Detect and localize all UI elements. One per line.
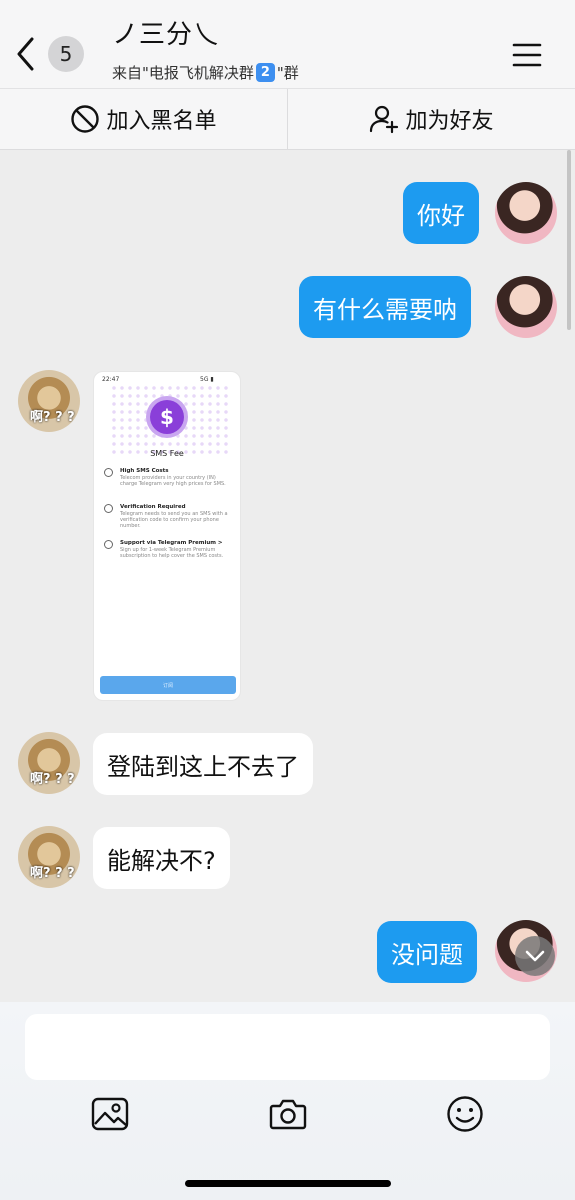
action-bar: 加入黑名单 加为好友: [0, 88, 575, 150]
subtitle-prefix: 来自"电报飞机解决群: [112, 64, 254, 82]
add-friend-button[interactable]: 加为好友: [288, 89, 575, 149]
dollar-coin-icon: $: [150, 400, 184, 434]
self-avatar[interactable]: [495, 182, 557, 244]
add-user-icon: [370, 105, 399, 134]
unread-count-badge: 5: [48, 36, 84, 72]
message-bubble-outgoing[interactable]: 有什么需要呐: [299, 276, 471, 338]
message-input[interactable]: [25, 1014, 550, 1080]
group-number-badge: 2: [255, 63, 275, 82]
message-bubble-outgoing[interactable]: 没问题: [377, 921, 477, 983]
chat-subtitle: 来自"电报飞机解决群 2 "群: [112, 62, 299, 83]
message-bubble-outgoing[interactable]: 你好: [403, 182, 479, 244]
self-avatar[interactable]: [495, 276, 557, 338]
chat-title: ノ三分乀: [112, 20, 221, 50]
back-button[interactable]: 5: [16, 32, 96, 76]
contact-avatar[interactable]: 啊? ? ?: [18, 732, 80, 794]
contact-avatar[interactable]: 啊? ? ?: [18, 826, 80, 888]
subtitle-suffix: "群: [276, 64, 299, 82]
contact-avatar[interactable]: 啊? ? ?: [18, 370, 80, 432]
block-button[interactable]: 加入黑名单: [0, 89, 288, 149]
image-message[interactable]: 22:47 5G ▮ $ SMS Fee High SMS Costs Telec…: [93, 371, 241, 701]
chevron-down-icon: [525, 950, 545, 962]
hamburger-menu-icon[interactable]: [512, 40, 542, 70]
block-icon: [71, 105, 100, 133]
scroll-down-button[interactable]: [515, 936, 555, 976]
image-icon[interactable]: [90, 1094, 130, 1134]
chat-header: 5 ノ三分乀 来自"电报飞机解决群 2 "群: [0, 0, 575, 88]
smile-icon[interactable]: [445, 1094, 485, 1134]
message-bubble-incoming[interactable]: 能解决不?: [93, 827, 230, 889]
message-bubble-incoming[interactable]: 登陆到这上不去了: [93, 733, 313, 795]
chevron-left-icon: [16, 32, 46, 76]
block-label: 加入黑名单: [106, 109, 217, 134]
camera-icon[interactable]: [268, 1094, 308, 1134]
image-title: SMS Fee: [150, 449, 184, 458]
scrollbar[interactable]: [567, 150, 571, 330]
home-indicator: [185, 1180, 391, 1187]
image-button: 订阅: [100, 676, 236, 694]
add-friend-label: 加为好友: [405, 109, 494, 134]
